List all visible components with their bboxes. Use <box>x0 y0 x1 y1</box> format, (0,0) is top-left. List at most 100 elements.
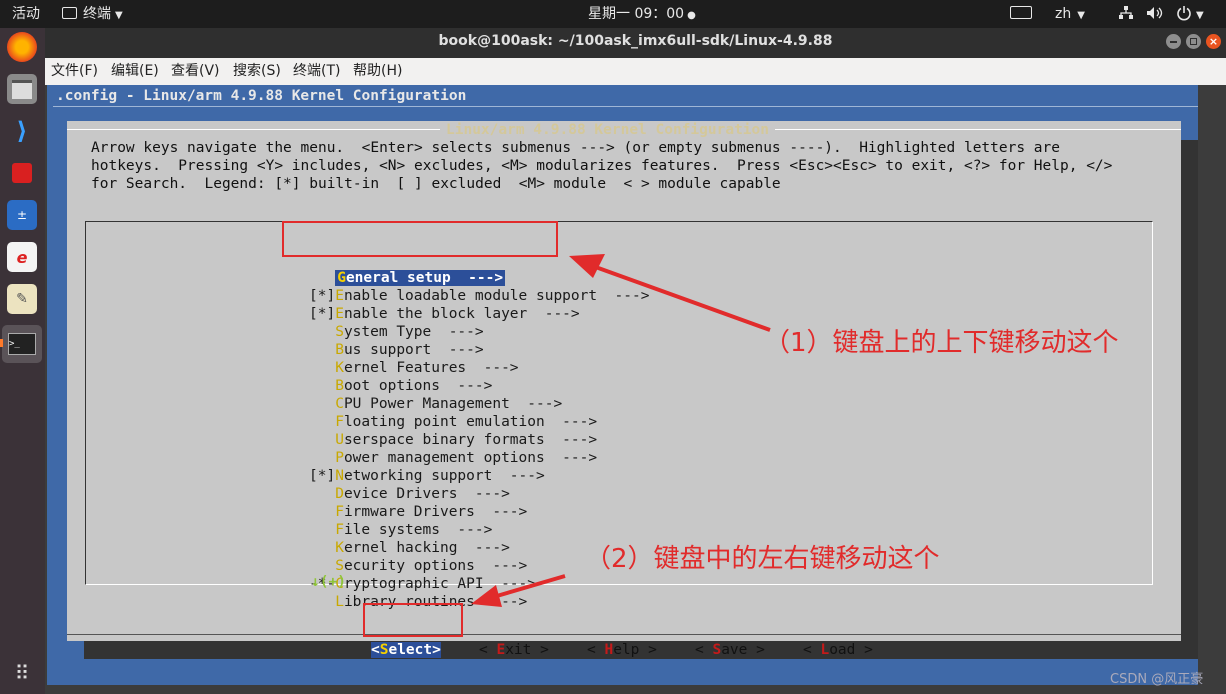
app-red-icon[interactable] <box>7 158 37 188</box>
menu-item-label: loating point emulation ---> <box>343 414 598 430</box>
menu-item-text: Userspace binary formats ---> <box>335 432 597 448</box>
menu-item-prefix <box>309 522 335 538</box>
window-titlebar[interactable]: book@100ask: ~/100ask_imx6ull-sdk/Linux-… <box>45 28 1226 58</box>
menu-item[interactable]: [*]Networking support ---> <box>309 467 545 485</box>
button-hotkey: E <box>496 642 506 658</box>
menu-item[interactable]: Bus support ---> <box>309 341 483 359</box>
notification-dot-icon: ● <box>687 10 696 21</box>
menu-item-prefix <box>309 486 335 502</box>
calculator-icon[interactable]: ± <box>7 200 37 230</box>
button-help[interactable]: < Help > <box>587 641 657 659</box>
menu-item-label: us support ---> <box>343 342 484 358</box>
volume-icon[interactable] <box>1146 0 1164 28</box>
menu-item-hotkey: S <box>335 558 344 574</box>
menu-item-label: PU Power Management ---> <box>343 396 563 412</box>
menu-item[interactable]: General setup ---> <box>309 269 506 287</box>
menu-item-hotkey: E <box>335 306 344 322</box>
app-e-icon[interactable]: e <box>7 242 37 272</box>
menu-item-label: ecurity options ---> <box>343 558 528 574</box>
menu-item-hotkey: D <box>335 486 344 502</box>
header-divider <box>53 106 1198 107</box>
text-editor-icon[interactable]: ✎ <box>7 284 37 314</box>
menu-item-label: ower management options ---> <box>343 450 598 466</box>
button-select[interactable]: <Select> <box>371 641 441 659</box>
button-exit[interactable]: < Exit > <box>479 641 549 659</box>
files-icon[interactable] <box>7 74 37 104</box>
chevron-down-icon: ▼ <box>1196 10 1204 21</box>
vscode-icon[interactable]: ⟩ <box>7 116 37 146</box>
menu-item[interactable]: Firmware Drivers ---> <box>309 503 527 521</box>
help-text-line: for Search. Legend: [*] built-in [ ] exc… <box>91 176 781 192</box>
menu-item-hotkey: G <box>337 270 346 286</box>
button-bracket-right: > <box>639 642 657 658</box>
menu-item[interactable]: [*]Enable the block layer ---> <box>309 305 580 323</box>
network-icon[interactable] <box>1118 0 1134 28</box>
menu-item-label: irmware Drivers ---> <box>343 504 528 520</box>
show-applications-icon[interactable]: ⠿ <box>7 658 37 688</box>
menu-item[interactable]: File systems ---> <box>309 521 492 539</box>
terminal-icon[interactable]: >_ <box>2 325 42 363</box>
menu-item[interactable]: Power management options ---> <box>309 449 597 467</box>
close-button[interactable]: × <box>1206 34 1221 49</box>
menu-terminal[interactable]: 终端(T) <box>293 58 340 85</box>
maximize-button[interactable] <box>1186 34 1201 49</box>
menu-item[interactable]: System Type ---> <box>309 323 483 341</box>
terminal-app-menu[interactable]: 终端 ▼ <box>62 0 123 28</box>
menu-item-text: Enable the block layer ---> <box>335 306 579 322</box>
menu-item-prefix <box>309 414 335 430</box>
menu-item-text: Cryptographic API ---> <box>335 576 536 592</box>
menu-item-hotkey: F <box>335 522 344 538</box>
button-load[interactable]: < Load > <box>803 641 873 659</box>
menu-item-label: nable the block layer ---> <box>343 306 580 322</box>
keyboard-icon[interactable] <box>1010 0 1032 28</box>
minimize-button[interactable] <box>1166 34 1181 49</box>
menu-item-label: ryptographic API ---> <box>343 576 536 592</box>
more-indicator: ↓(+) <box>311 574 346 590</box>
menu-item-text: Enable loadable module support ---> <box>335 288 649 304</box>
menu-item-text: Floating point emulation ---> <box>335 414 597 430</box>
menu-item-hotkey: B <box>335 378 344 394</box>
firefox-icon[interactable] <box>7 32 37 62</box>
activities-button[interactable]: 活动 <box>12 0 40 28</box>
menu-item[interactable]: Floating point emulation ---> <box>309 413 597 431</box>
menu-item[interactable]: Kernel hacking ---> <box>309 539 510 557</box>
terminal-scrollbar[interactable] <box>1198 85 1226 685</box>
help-text-line: hotkeys. Pressing <Y> includes, <N> excl… <box>91 158 1113 174</box>
menu-item-prefix <box>309 558 335 574</box>
menu-item-text: Kernel Features ---> <box>335 360 518 376</box>
menu-item-text: Bus support ---> <box>335 342 483 358</box>
menu-item-text: Kernel hacking ---> <box>335 540 510 556</box>
menu-item-prefix: [*] <box>309 468 336 484</box>
menu-item[interactable]: Device Drivers ---> <box>309 485 510 503</box>
menu-item-label: ernel Features ---> <box>343 360 519 376</box>
clock-text: 星期一 09：00 <box>588 6 685 22</box>
menu-item[interactable]: Userspace binary formats ---> <box>309 431 597 449</box>
input-method-menu[interactable]: zh ▼ <box>1055 0 1085 28</box>
menu-search[interactable]: 搜索(S) <box>233 58 281 85</box>
watermark: CSDN @风正豪 <box>1110 672 1204 687</box>
menu-item[interactable]: Boot options ---> <box>309 377 492 395</box>
power-menu[interactable]: ▼ <box>1176 0 1204 28</box>
menu-item-text: Boot options ---> <box>335 378 492 394</box>
button-save[interactable]: < Save > <box>695 641 765 659</box>
menu-view[interactable]: 查看(V) <box>171 58 220 85</box>
menu-item-prefix <box>309 540 335 556</box>
terminal-content[interactable]: .config - Linux/arm 4.9.88 Kernel Config… <box>47 85 1204 685</box>
menu-item-prefix <box>309 396 335 412</box>
dialog-title: Linux/arm 4.9.88 Kernel Configuration <box>440 121 776 139</box>
menu-edit[interactable]: 编辑(E) <box>111 58 159 85</box>
annotation-note-1: （1）键盘上的上下键移动这个 <box>764 328 1119 358</box>
highlight-box-select <box>363 603 463 637</box>
menu-item-hotkey: E <box>335 288 344 304</box>
menu-item[interactable]: Kernel Features ---> <box>309 359 518 377</box>
button-bracket-left: < <box>695 642 713 658</box>
menu-file[interactable]: 文件(F) <box>51 58 98 85</box>
menu-item[interactable]: [*]Enable loadable module support ---> <box>309 287 649 305</box>
clock[interactable]: 星期一 09：00 ● <box>588 0 696 28</box>
menu-help[interactable]: 帮助(H) <box>353 58 402 85</box>
chevron-down-icon: ▼ <box>115 10 123 21</box>
minimize-icon <box>1170 41 1177 43</box>
button-label: < Load > <box>803 642 873 658</box>
menu-item[interactable]: CPU Power Management ---> <box>309 395 562 413</box>
maximize-icon <box>1190 38 1197 45</box>
